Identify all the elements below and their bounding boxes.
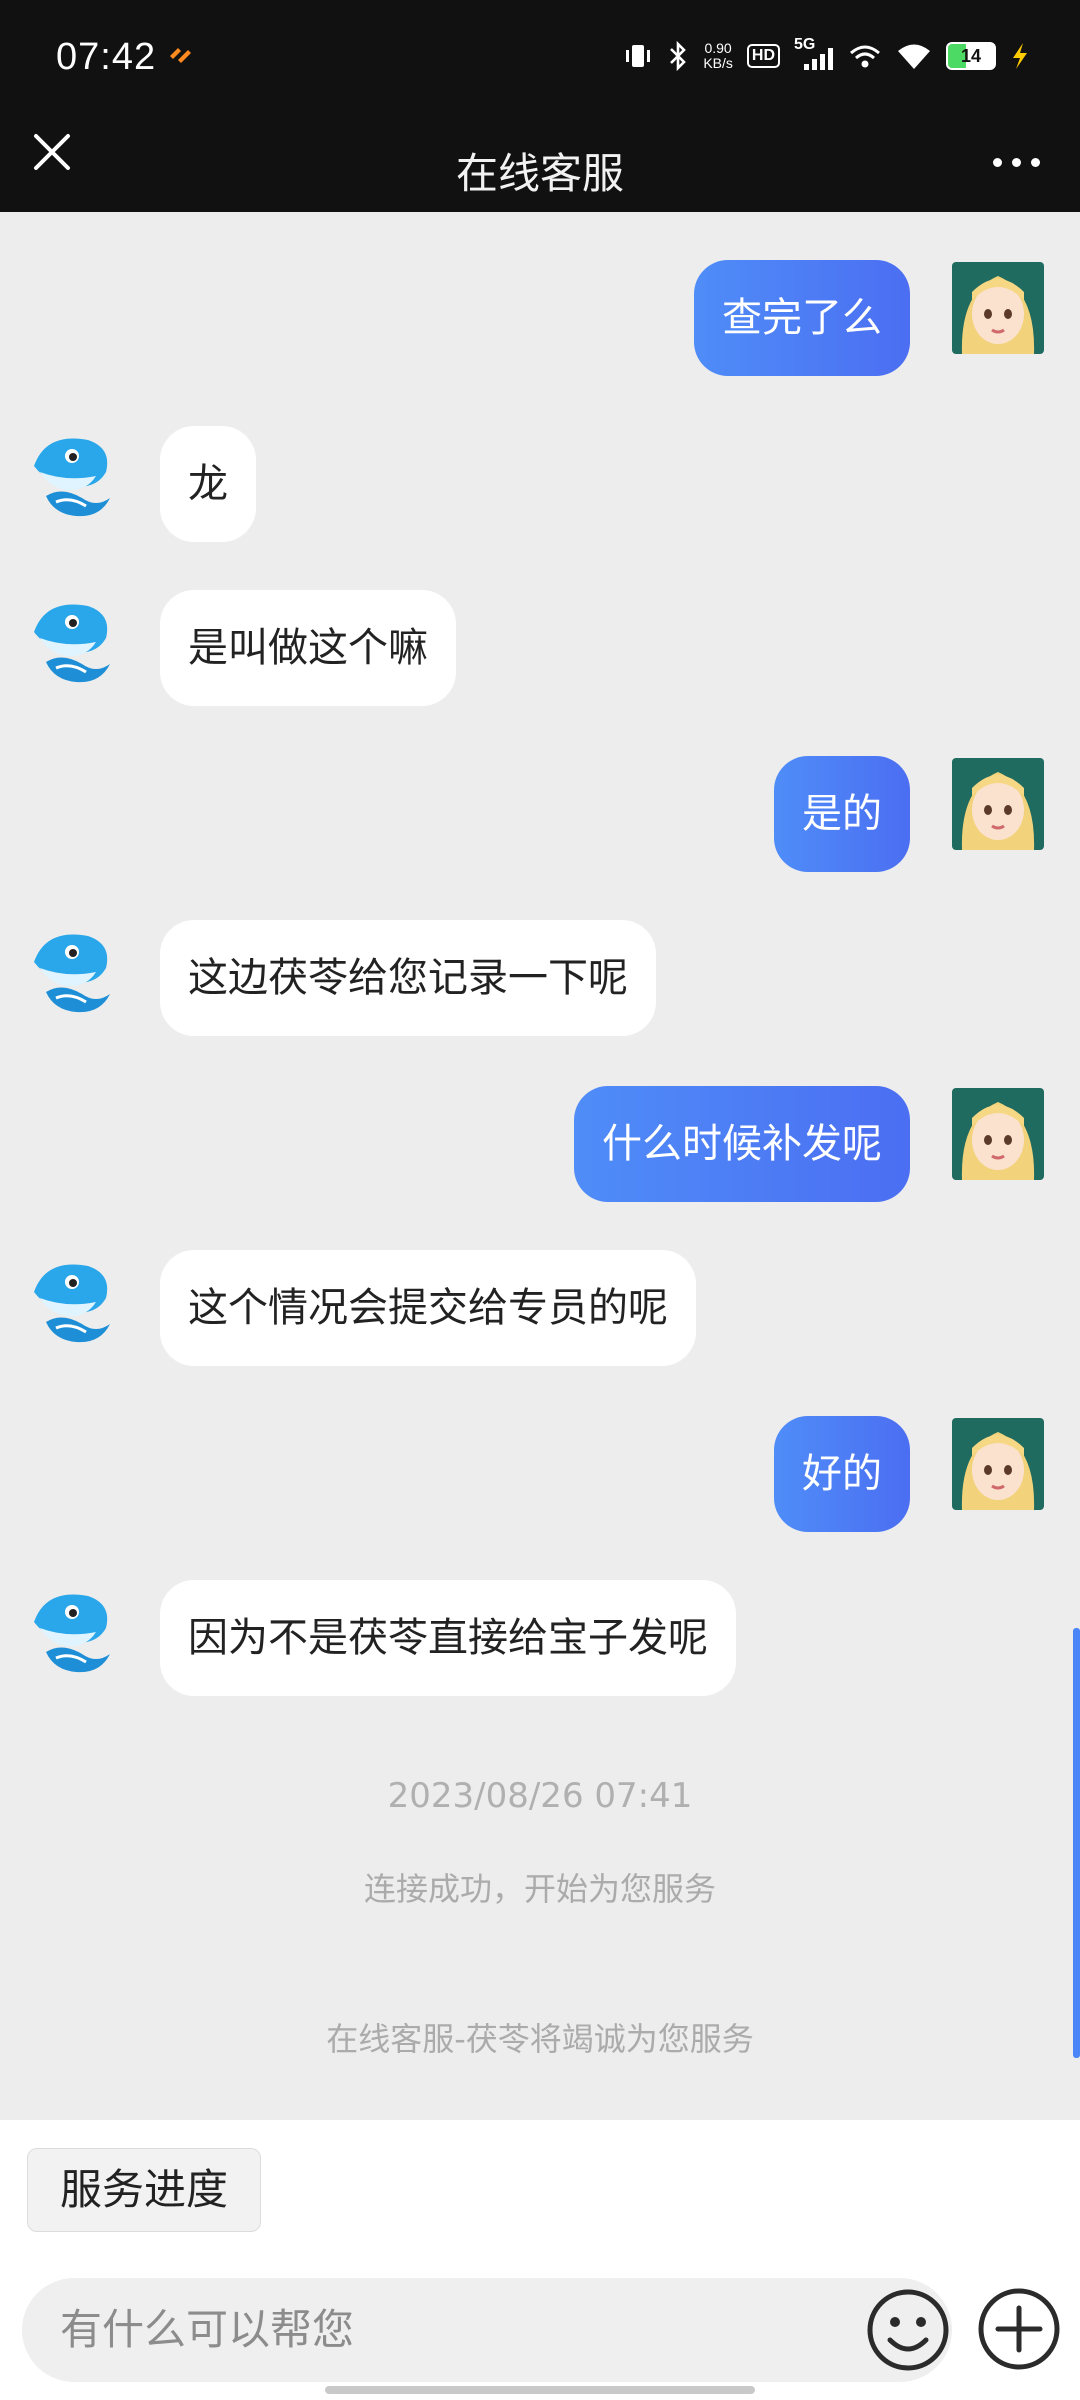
battery-level: 14 [960,45,982,66]
user-avatar[interactable] [952,1418,1044,1510]
vibrate-icon [626,45,651,67]
agent-message-bubble[interactable]: 这边茯苓给您记录一下呢 [160,920,656,1036]
agent-message-bubble[interactable]: 是叫做这个嘛 [160,590,456,706]
status-icons: 0.90 KB/s HD 5G 14 [623,34,1030,78]
add-attachment-icon[interactable] [976,2286,1062,2372]
agent-avatar[interactable] [26,922,120,1016]
chat-area[interactable]: 查完了么 龙 是叫做这个嘛 是的 这边茯苓给您记录一下呢 什么时候补发呢 这个情… [0,212,1080,2120]
home-indicator[interactable] [325,2386,755,2394]
signal-bars-icon [804,48,833,70]
agent-avatar[interactable] [26,1252,120,1346]
more-options-button[interactable] [993,158,1040,167]
header-bar: 在线客服 [0,118,1080,212]
connection-status-text: 连接成功，开始为您服务 [363,1870,716,1908]
more-dot-icon [993,158,1002,167]
user-message-bubble[interactable]: 好的 [774,1416,910,1532]
more-dot-icon [1031,158,1040,167]
message-input[interactable]: 有什么可以帮您 [22,2278,952,2382]
agent-message-bubble[interactable]: 因为不是茯苓直接给宝子发呢 [160,1580,736,1696]
agent-message-bubble[interactable]: 这个情况会提交给专员的呢 [160,1250,696,1366]
battery-icon: 14 [946,42,996,70]
message-input-placeholder: 有什么可以帮您 [60,2305,355,2354]
quick-action-bar: 服务进度 [0,2120,1080,2259]
user-avatar[interactable] [952,1088,1044,1180]
user-message-bubble[interactable]: 是的 [774,756,910,872]
network-speed-unit: KB/s [703,55,733,71]
user-message-bubble[interactable]: 什么时候补发呢 [574,1086,910,1202]
chat-timestamp: 2023/08/26 07:41 [387,1776,693,1816]
page-title: 在线客服 [455,149,624,198]
agent-message-bubble[interactable]: 龙 [160,426,256,542]
status-bar: 07:42 0.90 KB/s HD 5G 14 [0,0,1080,118]
wifi-icon [898,44,930,69]
agent-avatar[interactable] [26,426,120,520]
user-avatar[interactable] [952,262,1044,354]
notification-app-icon [170,48,191,63]
agent-avatar[interactable] [26,592,120,686]
agent-intro-text: 在线客服-茯苓将竭诚为您服务 [326,2020,754,2058]
hd-badge: HD [746,44,780,68]
network-speed: 0.90 KB/s [703,41,733,71]
emoji-icon[interactable] [864,2286,952,2374]
charging-icon [1013,43,1027,69]
more-dot-icon [1012,158,1021,167]
scrollbar[interactable] [1073,1628,1080,2058]
hotspot-icon [850,45,880,68]
bluetooth-icon [670,40,687,72]
cellular-signal: 5G [794,36,834,72]
service-progress-button[interactable]: 服务进度 [27,2148,262,2232]
network-speed-value: 0.90 [704,40,732,56]
input-bar: 有什么可以帮您 [0,2258,1080,2400]
status-time: 07:42 [56,36,157,78]
agent-avatar[interactable] [26,1582,120,1676]
user-message-bubble[interactable]: 查完了么 [694,260,910,376]
user-avatar[interactable] [952,758,1044,850]
